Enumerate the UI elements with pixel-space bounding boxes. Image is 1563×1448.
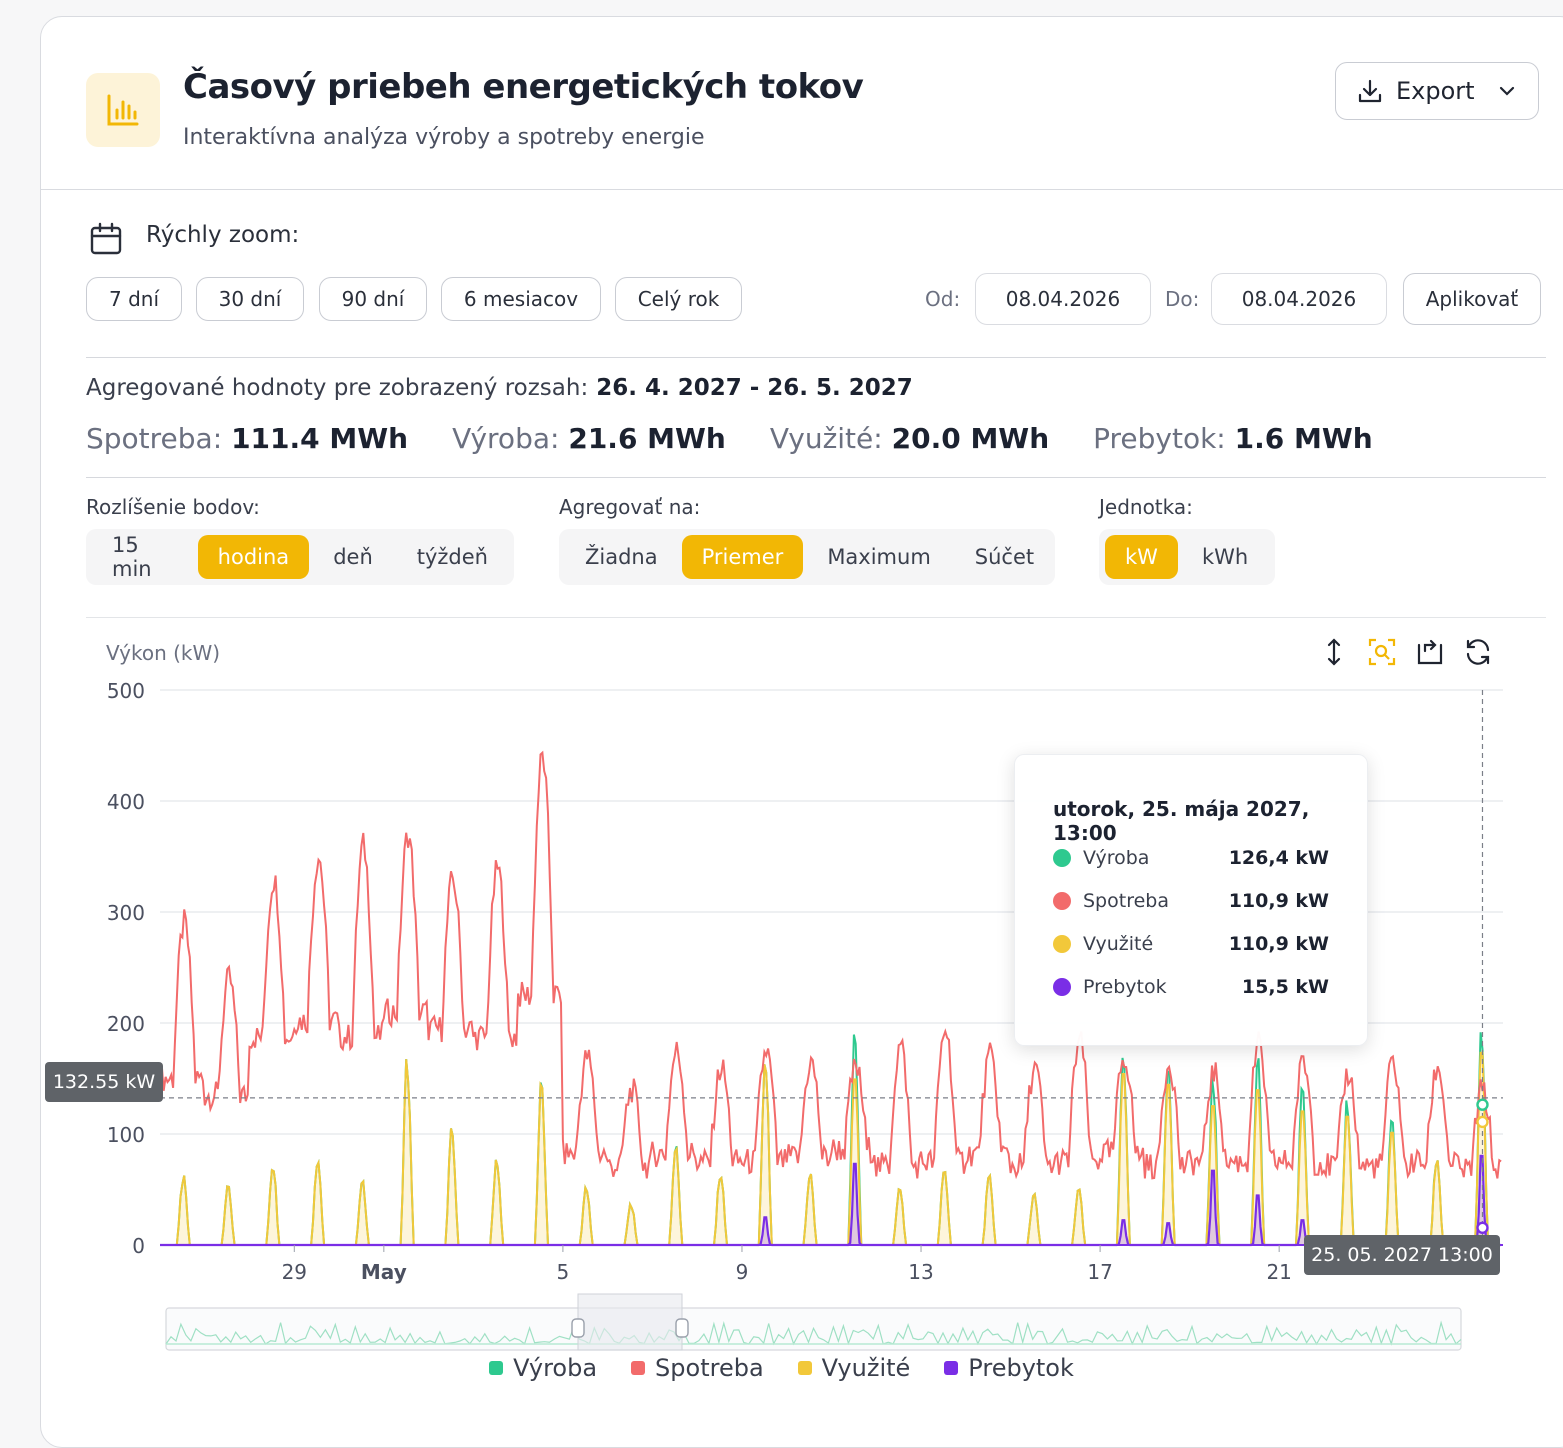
to-date-input[interactable]: 08.04.2026 [1211,273,1387,325]
aggregate-maximum[interactable]: Maximum [807,535,950,579]
vyuzite-dot [1053,935,1071,953]
stat-label: Spotreba: [86,422,223,455]
tooltip-title: utorok, 25. mája 2027, 13:00 [1053,797,1310,845]
prebytok-dot [1053,978,1071,996]
stat-spotreba: Spotreba: 111.4 MWh [86,422,408,455]
unit-kw[interactable]: kW [1105,535,1178,579]
unit-selector: kW kWh [1099,529,1275,585]
card-header: Časový priebeh energetických tokov Inter… [41,17,1563,190]
tooltip-row-value: 110,9 kW [1228,933,1329,955]
resolution-week[interactable]: týždeň [397,535,508,579]
unit-kwh[interactable]: kWh [1182,535,1268,579]
stat-vyroba: Výroba: 21.6 MWh [452,422,726,455]
pan-icon[interactable] [1319,637,1349,671]
page-title: Časový priebeh energetických tokov [183,67,864,107]
aggregate-label: Agregované hodnoty pre zobrazený rozsah: [86,375,589,401]
aggregate-stats: Spotreba: 111.4 MWh Výroba: 21.6 MWh Vyu… [86,422,1373,455]
export-button[interactable]: Export [1335,62,1539,120]
tooltip-row-name: Spotreba [1083,890,1169,912]
chart-legend: Výroba Spotreba Využité Prebytok [0,1354,1563,1382]
crosshair-y-label: 132.55 kW [45,1062,163,1102]
stat-value: 21.6 MWh [568,422,726,455]
resolution-selector: 15 min hodina deň týždeň [86,529,514,585]
zoom-90-days-button[interactable]: 90 dní [319,277,427,321]
tooltip-row-spotreba: Spotreba 110,9 kW [1053,890,1329,912]
zoom-6-months-button[interactable]: 6 mesiacov [441,277,601,321]
export-label: Export [1396,77,1475,105]
download-icon [1358,79,1382,103]
refresh-icon[interactable] [1463,637,1493,671]
from-label: Od: [925,287,961,311]
to-label: Do: [1165,287,1200,311]
resolution-day[interactable]: deň [313,535,393,579]
legend-label: Využité [821,1354,911,1382]
legend-label: Výroba [513,1354,598,1382]
aggregate-none[interactable]: Žiadna [565,535,678,579]
legend-swatch [944,1361,959,1375]
apply-button[interactable]: Aplikovať [1403,273,1541,325]
stat-value: 111.4 MWh [231,422,409,455]
zoom-full-year-button[interactable]: Celý rok [615,277,742,321]
legend-swatch [797,1361,812,1375]
chevron-down-icon [1499,86,1514,96]
legend-item-prebytok[interactable]: Prebytok [944,1354,1074,1382]
legend-item-vyroba[interactable]: Výroba [489,1354,597,1382]
resolution-15min[interactable]: 15 min [92,533,194,581]
divider [86,477,1546,478]
tooltip-row-prebytok: Prebytok 15,5 kW [1053,976,1329,998]
tooltip-row-value: 110,9 kW [1228,890,1329,912]
legend-swatch [489,1361,504,1375]
resolution-hour[interactable]: hodina [197,535,310,579]
legend-label: Prebytok [968,1354,1074,1382]
quick-zoom-label: Rýchly zoom: [146,222,300,248]
stat-value: 1.6 MWh [1234,422,1373,455]
divider [86,357,1546,358]
calendar-icon [89,222,123,260]
chart-tooltip: utorok, 25. mája 2027, 13:00 Výroba 126,4… [1014,754,1368,1046]
aggregate-selector: Žiadna Priemer Maximum Súčet [559,529,1055,585]
legend-swatch [631,1361,646,1375]
legend-label: Spotreba [655,1354,764,1382]
stat-label: Výroba: [452,422,560,455]
spotreba-dot [1053,892,1071,910]
vyroba-dot [1053,849,1071,867]
from-date-input[interactable]: 08.04.2026 [975,273,1151,325]
aggregate-range: 26. 4. 2027 - 26. 5. 2027 [596,375,913,401]
aggregate-average[interactable]: Priemer [681,535,804,579]
stat-label: Využité: [769,422,883,455]
tooltip-row-value: 126,4 kW [1228,847,1329,869]
stat-value: 20.0 MWh [891,422,1050,455]
tooltip-row-name: Prebytok [1083,976,1167,998]
energy-card: Časový priebeh energetických tokov Inter… [40,16,1563,1448]
stat-label: Prebytok: [1093,422,1226,455]
zoom-30-days-button[interactable]: 30 dní [196,277,304,321]
crosshair-x-label: 25. 05. 2027 13:00 [1304,1235,1500,1275]
legend-item-vyuzite[interactable]: Využité [797,1354,911,1382]
stat-vyuzite: Využité: 20.0 MWh [770,422,1049,455]
stat-prebytok: Prebytok: 1.6 MWh [1093,422,1373,455]
page-subtitle: Interaktívna analýza výroby a spotreby e… [183,125,705,150]
tooltip-row-vyroba: Výroba 126,4 kW [1053,847,1329,869]
bar-chart-icon [86,73,160,147]
resolution-label: Rozlíšenie bodov: [86,495,260,519]
unit-label: Jednotka: [1099,495,1193,519]
zoom-back-icon[interactable] [1415,637,1445,671]
aggregate-summary: Agregované hodnoty pre zobrazený rozsah:… [86,375,913,401]
tooltip-row-name: Využité [1083,933,1154,955]
legend-item-spotreba[interactable]: Spotreba [631,1354,764,1382]
zoom-7-days-button[interactable]: 7 dní [86,277,182,321]
tooltip-row-vyuzite: Využité 110,9 kW [1053,933,1329,955]
tooltip-row-name: Výroba [1083,847,1150,869]
tooltip-row-value: 15,5 kW [1241,976,1329,998]
zoom-select-icon[interactable] [1367,637,1397,671]
aggregate-to-label: Agregovať na: [559,495,701,519]
y-axis-title: Výkon (kW) [106,641,221,665]
aggregate-sum[interactable]: Súčet [955,535,1054,579]
